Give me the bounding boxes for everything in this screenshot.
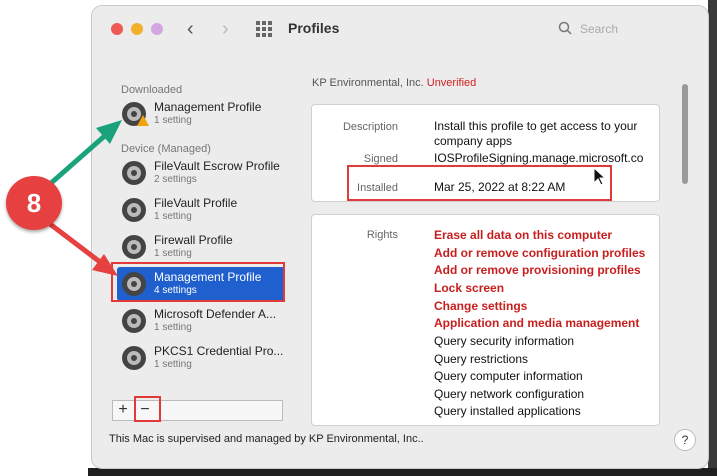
step-number-badge: 8	[6, 176, 62, 230]
verification-status: Unverified	[426, 77, 477, 89]
right-item: Query network configuration	[434, 387, 585, 401]
downloaded-section-label: Downloaded	[121, 84, 183, 96]
sidebar-item-label: FileVault Profile	[154, 196, 238, 210]
sidebar-item-settings-count: 1 setting	[154, 248, 192, 259]
minimize-button[interactable]	[131, 23, 143, 35]
search-placeholder: Search	[580, 22, 619, 36]
sidebar-item-label: PKCS1 Credential Pro...	[154, 344, 284, 358]
forward-button[interactable]: ›	[222, 18, 229, 41]
right-item: Query computer information	[434, 369, 583, 383]
description-label: Description	[342, 121, 398, 133]
right-item: Application and media management	[434, 316, 640, 330]
gear-icon	[122, 346, 146, 370]
window-title: Profiles	[288, 20, 340, 36]
desktop-background-right	[708, 0, 717, 476]
sidebar-item-settings-count: 1 setting	[154, 359, 192, 370]
rights-label: Rights	[366, 229, 398, 241]
mouse-pointer-icon	[594, 168, 606, 186]
help-button[interactable]: ?	[674, 429, 696, 451]
gear-icon	[122, 161, 146, 185]
right-item: Add or remove provisioning profiles	[434, 263, 641, 277]
sidebar-item-pkcs1-credential[interactable]: PKCS1 Credential Pro... 1 setting	[117, 341, 285, 375]
close-button[interactable]	[111, 23, 123, 35]
scrollbar-thumb[interactable]	[682, 84, 688, 184]
sidebar-item-downloaded-management-profile[interactable]: Management Profile 1 setting	[117, 97, 285, 131]
search-field[interactable]: Search	[558, 20, 698, 40]
desktop-background	[0, 0, 88, 476]
title-bar: ‹ › Profiles Search	[92, 6, 708, 52]
sidebar-item-filevault-escrow[interactable]: FileVault Escrow Profile 2 settings	[117, 156, 285, 190]
right-item: Query restrictions	[434, 352, 529, 366]
gear-icon	[122, 198, 146, 222]
right-item: Lock screen	[434, 281, 505, 295]
right-item: Query installed applications	[434, 404, 581, 418]
add-profile-button[interactable]: +	[113, 401, 133, 420]
sidebar-item-label: FileVault Escrow Profile	[154, 159, 280, 173]
signed-label: Signed	[363, 153, 398, 165]
installed-highlight-box	[347, 165, 612, 201]
show-all-grid-icon[interactable]	[256, 21, 274, 37]
right-item: Erase all data on this computer	[434, 228, 613, 242]
sidebar-item-settings-count: 2 settings	[154, 174, 197, 185]
description-value: Install this profile to get access to yo…	[434, 119, 638, 148]
sidebar-item-settings-count: 1 setting	[154, 115, 192, 126]
search-icon	[558, 21, 572, 35]
gear-icon	[122, 235, 146, 259]
sidebar-item-settings-count: 1 setting	[154, 322, 192, 333]
profiles-window: ‹ › Profiles Search Downloaded Managemen…	[92, 6, 708, 468]
right-item: Add or remove configuration profiles	[434, 246, 646, 260]
remove-button-highlight-box	[134, 396, 161, 422]
sidebar-item-label: Microsoft Defender A...	[154, 307, 277, 321]
sidebar-item-settings-count: 1 setting	[154, 211, 192, 222]
sidebar-item-microsoft-defender[interactable]: Microsoft Defender A... 1 setting	[117, 304, 285, 338]
warning-icon	[137, 115, 149, 126]
right-item: Query security information	[434, 334, 575, 348]
sidebar-item-filevault[interactable]: FileVault Profile 1 setting	[117, 193, 285, 227]
profiles-sidebar: Downloaded Management Profile 1 setting …	[107, 72, 287, 412]
profile-rights-box: Rights Erase all data on this computer A…	[311, 214, 660, 426]
selected-profile-highlight-box	[111, 262, 285, 302]
back-button[interactable]: ‹	[187, 18, 194, 41]
managed-section-label: Device (Managed)	[121, 143, 211, 155]
zoom-button[interactable]	[151, 23, 163, 35]
gear-icon	[122, 309, 146, 333]
supervision-notice: This Mac is supervised and managed by KP…	[109, 433, 424, 445]
right-item: Change settings	[434, 299, 528, 313]
sidebar-item-label: Firewall Profile	[154, 233, 233, 247]
sidebar-item-firewall[interactable]: Firewall Profile 1 setting	[117, 230, 285, 264]
sidebar-item-label: Management Profile	[154, 100, 262, 114]
organization-name: KP Environmental, Inc.	[312, 77, 424, 89]
profile-organization: KP Environmental, Inc. Unverified	[312, 77, 476, 89]
desktop-dock-edge	[88, 468, 717, 476]
